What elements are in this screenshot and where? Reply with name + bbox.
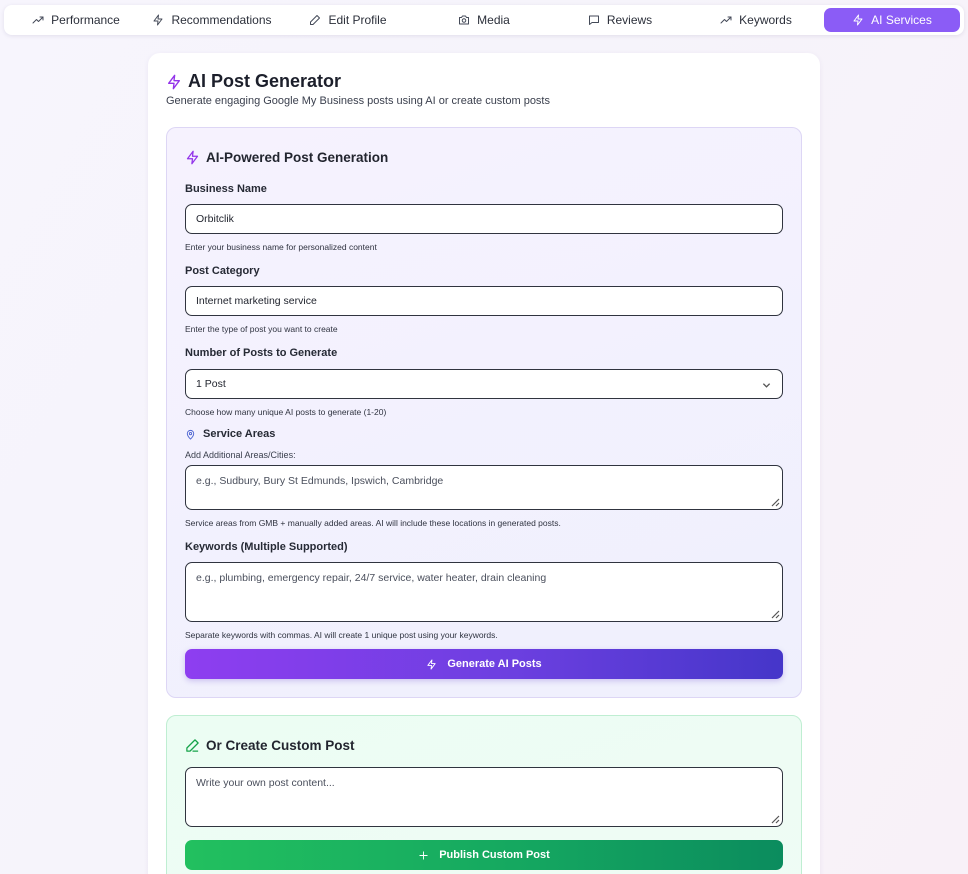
message-square-icon xyxy=(588,15,599,25)
resize-handle-icon[interactable] xyxy=(770,814,780,824)
generate-ai-posts-button[interactable]: Generate AI Posts xyxy=(185,649,783,679)
resize-handle-icon[interactable] xyxy=(770,497,780,507)
page-subtitle: Generate engaging Google My Business pos… xyxy=(166,95,550,107)
generate-button-label: Generate AI Posts xyxy=(447,658,542,670)
ai-panel-title-text: AI-Powered Post Generation xyxy=(206,150,389,165)
plus-icon xyxy=(419,850,428,860)
tab-label: AI Services xyxy=(871,13,932,27)
num-posts-value: 1 Post xyxy=(196,378,226,390)
keywords-label: Keywords (Multiple Supported) xyxy=(185,541,348,553)
zap-icon xyxy=(427,658,436,670)
zap-icon xyxy=(186,150,199,165)
page-title: AI Post Generator xyxy=(166,71,341,92)
num-posts-select[interactable]: 1 Post xyxy=(185,369,783,399)
pencil-icon xyxy=(186,739,199,752)
business-name-input[interactable]: Orbitclik xyxy=(185,204,783,234)
ai-generation-panel: AI-Powered Post Generation Business Name… xyxy=(166,127,802,698)
publish-custom-post-button[interactable]: Publish Custom Post xyxy=(185,840,783,870)
tab-recommendations[interactable]: Recommendations xyxy=(144,8,280,32)
tab-label: Recommendations xyxy=(171,13,272,27)
publish-button-label: Publish Custom Post xyxy=(439,849,550,861)
page-title-text: AI Post Generator xyxy=(188,71,342,91)
tab-edit-profile[interactable]: Edit Profile xyxy=(280,8,416,32)
num-posts-hint: Choose how many unique AI posts to gener… xyxy=(185,407,387,417)
business-name-hint: Enter your business name for personalize… xyxy=(185,242,377,252)
pencil-icon xyxy=(310,15,321,25)
service-areas-label: Service Areas xyxy=(185,428,275,440)
business-name-label: Business Name xyxy=(185,183,267,195)
custom-post-textarea[interactable]: Write your own post content... xyxy=(185,767,783,827)
tab-label: Edit Profile xyxy=(328,13,387,27)
tab-label: Performance xyxy=(51,13,120,27)
tab-keywords[interactable]: Keywords xyxy=(688,8,824,32)
trending-up-icon xyxy=(720,16,732,24)
business-name-value: Orbitclik xyxy=(196,213,234,225)
keywords-textarea[interactable]: e.g., plumbing, emergency repair, 24/7 s… xyxy=(185,562,783,622)
keywords-placeholder: e.g., plumbing, emergency repair, 24/7 s… xyxy=(196,572,547,584)
custom-post-panel: Or Create Custom Post Write your own pos… xyxy=(166,715,802,874)
service-areas-hint: Service areas from GMB + manually added … xyxy=(185,518,561,528)
post-category-label: Post Category xyxy=(185,265,260,277)
service-areas-sublabel: Add Additional Areas/Cities: xyxy=(185,450,296,460)
map-pin-icon xyxy=(186,429,195,440)
service-areas-placeholder: e.g., Sudbury, Bury St Edmunds, Ipswich,… xyxy=(196,475,444,487)
keywords-hint: Separate keywords with commas. AI will c… xyxy=(185,630,498,640)
tab-performance[interactable]: Performance xyxy=(8,8,144,32)
tab-ai-services[interactable]: AI Services xyxy=(824,8,960,32)
custom-panel-title-text: Or Create Custom Post xyxy=(206,738,355,753)
post-category-input[interactable]: Internet marketing service xyxy=(185,286,783,316)
ai-post-generator-card: AI Post Generator Generate engaging Goog… xyxy=(148,53,820,874)
num-posts-label: Number of Posts to Generate xyxy=(185,347,338,359)
chevron-down-icon xyxy=(762,381,771,390)
custom-panel-title: Or Create Custom Post xyxy=(185,738,355,753)
tab-media[interactable]: Media xyxy=(416,8,552,32)
ai-panel-title: AI-Powered Post Generation xyxy=(185,150,388,165)
top-navigation: Performance Recommendations Edit Profile… xyxy=(4,5,964,35)
service-areas-label-text: Service Areas xyxy=(203,428,276,440)
custom-post-placeholder: Write your own post content... xyxy=(196,777,335,789)
post-category-value: Internet marketing service xyxy=(196,295,317,307)
tab-label: Keywords xyxy=(739,13,792,27)
zap-icon xyxy=(168,74,180,89)
camera-icon xyxy=(459,15,470,25)
tab-label: Media xyxy=(477,13,510,27)
tab-reviews[interactable]: Reviews xyxy=(552,8,688,32)
zap-icon xyxy=(153,14,163,26)
resize-handle-icon[interactable] xyxy=(770,609,780,619)
post-category-hint: Enter the type of post you want to creat… xyxy=(185,324,338,334)
service-areas-textarea[interactable]: e.g., Sudbury, Bury St Edmunds, Ipswich,… xyxy=(185,465,783,510)
tab-label: Reviews xyxy=(606,13,653,27)
trending-up-icon xyxy=(32,16,44,24)
zap-icon xyxy=(853,14,863,26)
